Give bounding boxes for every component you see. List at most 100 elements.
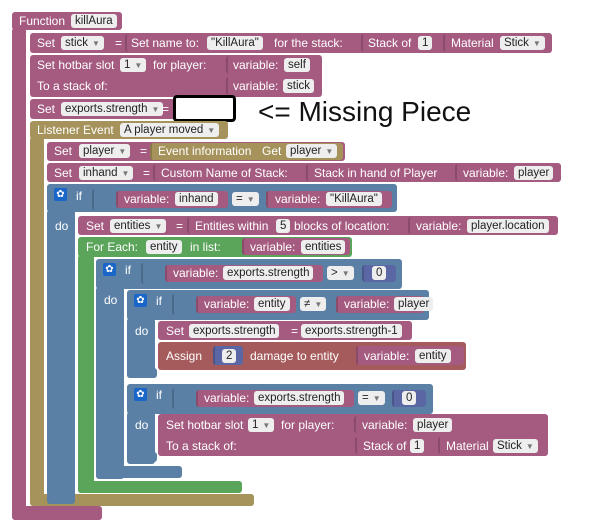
if-inhand-bottom — [47, 488, 73, 502]
to-stack-label: To a stack of: — [166, 439, 237, 453]
function-body-spine — [12, 28, 26, 518]
hotbar-slot-dropdown[interactable]: 1 ▼ — [248, 418, 275, 432]
variable-entity-field[interactable]: entity — [254, 297, 290, 311]
chevron-down-icon: ▼ — [92, 39, 100, 48]
variable-location-field[interactable]: player.location — [467, 219, 549, 233]
for-player-label: for player: — [281, 418, 335, 432]
variable-player-field[interactable]: player — [413, 418, 453, 432]
stack-count-field[interactable]: 1 — [418, 36, 433, 50]
event-type-dropdown[interactable]: A player moved ▼ — [120, 123, 220, 137]
number-zero-field[interactable]: 0 — [402, 391, 417, 405]
stack-count-field[interactable]: 1 — [410, 439, 425, 453]
chevron-down-icon: ▼ — [525, 442, 534, 451]
chevron-down-icon: ▼ — [134, 61, 143, 70]
chevron-down-icon: ▼ — [341, 269, 350, 278]
gear-icon[interactable]: ✿ — [134, 388, 147, 401]
chevron-down-icon: ▼ — [325, 147, 334, 156]
loop-variable-field[interactable]: entity — [146, 240, 182, 254]
event-info-dropdown[interactable]: player ▼ — [286, 144, 338, 158]
var-player-dropdown[interactable]: player ▼ — [79, 144, 131, 158]
chevron-down-icon: ▼ — [118, 147, 127, 156]
compare-operator-dropdown[interactable]: = ▼ — [232, 192, 259, 206]
set-hotbar-label: Set hotbar slot — [37, 58, 115, 72]
variable-self-field[interactable]: self — [284, 58, 310, 72]
name-string-field[interactable]: "KillAura" — [207, 36, 263, 50]
for-each-spine — [78, 255, 94, 493]
material-label: Material — [451, 36, 494, 50]
function-bottom — [12, 506, 102, 520]
variable-label: variable: — [416, 219, 462, 233]
missing-piece-callout: <= Missing Piece — [258, 96, 472, 127]
variable-label: variable: — [233, 58, 279, 72]
chevron-down-icon: ▼ — [121, 169, 130, 178]
custom-name-label: Custom Name of Stack: — [161, 166, 288, 180]
var-entities-dropdown[interactable]: entities ▼ — [110, 219, 167, 233]
variable-strength-field[interactable]: exports.strength — [223, 266, 314, 280]
number-zero-field[interactable]: 0 — [372, 266, 387, 280]
equals-label: = — [143, 166, 151, 180]
chevron-down-icon: ▼ — [372, 394, 381, 403]
stack-of-label: Stack of — [363, 439, 407, 453]
function-name-field[interactable]: killAura — [71, 14, 117, 28]
variable-entity-field[interactable]: entity — [415, 349, 451, 363]
variable-label: variable: — [204, 391, 250, 405]
var-exports-strength-dropdown[interactable]: exports.strength ▼ — [61, 102, 164, 116]
equals-label: = — [140, 144, 148, 158]
var-stick-dropdown[interactable]: stick ▼ — [61, 36, 104, 50]
listener-label: Listener Event — [37, 123, 114, 137]
variable-label: variable: — [344, 297, 390, 311]
var-inhand-dropdown[interactable]: inhand ▼ — [79, 166, 134, 180]
damage-to-entity-label: damage to entity — [250, 349, 339, 363]
missing-piece-marker — [173, 95, 236, 122]
if-strength-zero-bottom — [127, 452, 157, 462]
variable-player-field[interactable]: player — [514, 166, 554, 180]
if-inhand-spine — [47, 210, 75, 504]
gear-icon[interactable]: ✿ — [103, 263, 116, 276]
material-dropdown[interactable]: Stick ▼ — [493, 439, 538, 453]
chevron-down-icon: ▼ — [262, 421, 271, 430]
if-label: if — [125, 263, 131, 277]
equals-label: = — [162, 102, 170, 116]
compare-operator-dropdown[interactable]: = ▼ — [358, 391, 385, 405]
var-strength-field[interactable]: exports.strength — [189, 324, 280, 338]
do-label: do — [55, 219, 69, 233]
gear-icon[interactable]: ✿ — [134, 294, 147, 307]
assign-label: Assign — [166, 349, 203, 363]
decrement-expression-field[interactable]: exports.strength-1 — [301, 324, 402, 338]
equals-label: = — [291, 324, 299, 338]
if-label: if — [76, 189, 82, 203]
variable-label: variable: — [204, 297, 250, 311]
chevron-down-icon: ▼ — [246, 195, 255, 204]
variable-label: variable: — [124, 192, 170, 206]
radius-field[interactable]: 5 — [276, 219, 291, 233]
variable-label: variable: — [275, 192, 321, 206]
variable-player-field[interactable]: player — [394, 297, 434, 311]
variable-inhand-field[interactable]: inhand — [175, 192, 218, 206]
function-label: Function — [19, 14, 66, 28]
compare-operator-dropdown[interactable]: ≠ ▼ — [300, 297, 327, 311]
for-player-label: for player: — [153, 58, 207, 72]
blocks-of-location-label: blocks of location: — [294, 219, 390, 233]
variable-label: variable: — [250, 240, 296, 254]
stack-of-label: Stack of — [368, 36, 412, 50]
entities-within-label: Entities within — [195, 219, 269, 233]
to-stack-label: To a stack of: — [37, 79, 108, 93]
listener-body-spine — [30, 137, 44, 503]
damage-amount-field[interactable]: 2 — [222, 349, 237, 363]
stack-in-hand-label: Stack in hand of Player — [314, 166, 438, 180]
hotbar-slot-dropdown[interactable]: 1 ▼ — [120, 58, 147, 72]
compare-operator-dropdown[interactable]: > ▼ — [327, 266, 354, 280]
variable-killaura-field[interactable]: "KillAura" — [326, 192, 382, 206]
in-list-label: in list: — [190, 240, 221, 254]
variable-strength-field[interactable]: exports.strength — [254, 391, 345, 405]
variable-stick-field[interactable]: stick — [283, 79, 314, 93]
set-label: Set — [166, 324, 185, 338]
chevron-down-icon: ▼ — [154, 222, 163, 231]
gear-icon[interactable]: ✿ — [54, 188, 67, 201]
chevron-down-icon: ▼ — [314, 300, 323, 309]
variable-label: variable: — [362, 418, 408, 432]
set-label: Set — [37, 102, 56, 116]
material-label: Material — [446, 439, 489, 453]
material-dropdown[interactable]: Stick ▼ — [500, 36, 545, 50]
variable-entities-field[interactable]: entities — [301, 240, 346, 254]
